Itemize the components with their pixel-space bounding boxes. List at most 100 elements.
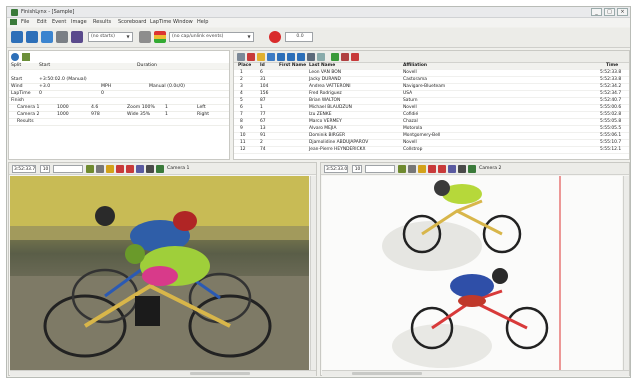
table-row[interactable]: 11 2 Djamolidine ABDUJAPAROV Novell 5:55:10.… (234, 140, 629, 147)
results-panel: Place Id First Name Last Name Affiliatio… (233, 50, 630, 160)
col-id[interactable]: Id (260, 63, 265, 70)
stop-icon[interactable] (269, 31, 281, 43)
wind-row[interactable]: Wind +3.0 MPH Manual (0.0s/0) (9, 84, 229, 91)
start-row[interactable]: Start +3:50:02.0 (Manual) (9, 77, 229, 84)
col-time[interactable]: Time (606, 63, 618, 70)
edit-icon[interactable] (22, 53, 30, 61)
zoom-field-1[interactable] (53, 165, 83, 173)
close-button[interactable]: × (617, 8, 628, 16)
remove-icon[interactable] (341, 53, 349, 61)
table-row[interactable]: 2 31 Jacky DURAND Castorama 5:52:33.8 (234, 77, 629, 84)
traffic-light-icon[interactable] (154, 31, 166, 43)
menu-file[interactable]: File (21, 19, 29, 25)
cyclists-photo-1 (10, 176, 309, 370)
print-icon[interactable] (307, 53, 315, 61)
grid-icon[interactable] (237, 53, 245, 61)
scroll-thumb-2[interactable] (352, 372, 422, 375)
table-row[interactable]: 12 74 Jean-Pierre HEYNDERICKX Collstrop 5:55… (234, 147, 629, 154)
menu-window[interactable]: Window (173, 19, 193, 25)
col-affiliation[interactable]: Affiliation (403, 63, 427, 70)
menu-event[interactable]: Event (52, 19, 66, 25)
table-row[interactable]: 1 6 Leon VAN BON Novell 5:52:33.8 (234, 70, 629, 77)
email-icon[interactable] (317, 53, 325, 61)
add-icon[interactable] (331, 53, 339, 61)
compare-icon[interactable] (448, 165, 456, 173)
horizontal-scrollbar-2[interactable] (322, 370, 629, 376)
flag-icon[interactable] (126, 165, 134, 173)
vertical-scrollbar-1[interactable] (310, 176, 316, 370)
menu-image[interactable]: Image (71, 19, 87, 25)
results-row[interactable]: Results (9, 119, 229, 126)
minimize-button[interactable]: _ (591, 8, 602, 16)
save-image-icon[interactable] (458, 165, 466, 173)
compare-icon[interactable] (136, 165, 144, 173)
arrow-icon[interactable] (106, 165, 114, 173)
table-row[interactable]: 9 13 Alvaro MEJIA Motorola 5:55:05.5 (234, 126, 629, 133)
open-event-icon[interactable] (11, 31, 23, 43)
table-row[interactable]: 8 67 Marco VERMEY Chazal 5:55:05.8 (234, 119, 629, 126)
clear-icon[interactable] (351, 53, 359, 61)
red-marker-icon[interactable] (116, 165, 124, 173)
time-readout-1[interactable]: 3:52:33.7 (12, 165, 36, 173)
export-icon[interactable] (297, 53, 305, 61)
vertical-scrollbar-2[interactable] (623, 176, 629, 370)
table-row[interactable]: 7 77 Izu ZENKE Cofidié 5:55:02.8 (234, 112, 629, 119)
split-header: Split (11, 63, 22, 68)
filter-icon[interactable] (287, 53, 295, 61)
table-row[interactable]: 5 87 Brian WALTON Saturn 5:52:40.7 (234, 98, 629, 105)
cell-id: 13 (260, 126, 266, 131)
finish-image-1[interactable] (10, 176, 309, 370)
flag-icon[interactable] (438, 165, 446, 173)
col-place[interactable]: Place (238, 63, 251, 70)
field-readout-2[interactable]: 10 (352, 165, 362, 173)
frame-icon[interactable] (398, 165, 406, 173)
time-field[interactable]: 0.0 (285, 32, 313, 42)
horizontal-scrollbar-1[interactable] (10, 370, 316, 376)
cell-id: 1 (260, 105, 263, 110)
table-row[interactable]: 3 104 Andrea VATTERONI Navigare-Blueteam 5:5… (234, 84, 629, 91)
line-icon[interactable] (408, 165, 416, 173)
link-icon[interactable] (267, 53, 275, 61)
sort-icon[interactable] (277, 53, 285, 61)
maximize-button[interactable]: □ (604, 8, 615, 16)
finish-image-2[interactable] (322, 176, 622, 370)
menu-scoreboard[interactable]: Scoreboard (118, 19, 146, 25)
field-readout-1[interactable]: 10 (40, 165, 50, 173)
scroll-thumb-1[interactable] (190, 372, 250, 375)
info-icon[interactable] (11, 53, 19, 61)
table-row[interactable]: 4 156 Fred Rodriguez USA 5:52:34.7 (234, 91, 629, 98)
camera-select-icon[interactable] (156, 165, 164, 173)
camera-icon[interactable] (139, 31, 151, 43)
capture-icon[interactable] (26, 31, 38, 43)
time-readout-2[interactable]: 3:52:33.0 (324, 165, 348, 173)
menu-laptime[interactable]: LapTime (150, 19, 171, 25)
line-icon[interactable] (96, 165, 104, 173)
person-icon[interactable] (71, 31, 83, 43)
menu-help[interactable]: Help (197, 19, 208, 25)
events-combo[interactable]: (no cap/unlink events) ▼ (169, 32, 254, 42)
settings-icon[interactable] (56, 31, 68, 43)
camera-row-1[interactable]: Camera 1 1000 4.6 Zoom 100% 1 Left (9, 105, 229, 112)
menu-edit[interactable]: Edit (37, 19, 47, 25)
finish-row[interactable]: Finish (9, 98, 229, 105)
arrow-icon[interactable] (418, 165, 426, 173)
red-marker-icon[interactable] (428, 165, 436, 173)
zoom-field-2[interactable] (365, 165, 395, 173)
table-row[interactable]: 10 91 Dominik BIRGER Montgomery-Bell 5:55:06… (234, 133, 629, 140)
col-last-name[interactable]: Last Name (309, 63, 335, 70)
highlight-icon[interactable] (257, 53, 265, 61)
delete-icon[interactable] (247, 53, 255, 61)
table-row[interactable]: 6 1 Michael BLAUDZUN Novell 5:55:00.6 (234, 105, 629, 112)
save-image-icon[interactable] (146, 165, 154, 173)
event-info-panel: Split Start Duration Start +3:50:02.0 (M… (8, 50, 230, 160)
camera-select-icon[interactable] (468, 165, 476, 173)
camera-label-1: Camera 1 (167, 166, 190, 171)
laptime-row[interactable]: LapTime 0 0 (9, 91, 229, 98)
frame-icon[interactable] (86, 165, 94, 173)
col-first-name[interactable]: First Name (279, 63, 306, 70)
event-combo[interactable]: (no starts) ▼ (88, 32, 133, 42)
evaluate-icon[interactable] (41, 31, 53, 43)
menu-results[interactable]: Results (93, 19, 111, 25)
app-menu-icon[interactable] (10, 19, 17, 25)
camera-row-2[interactable]: Camera 2 1000 978 Wide 35% 1 Right (9, 112, 229, 119)
